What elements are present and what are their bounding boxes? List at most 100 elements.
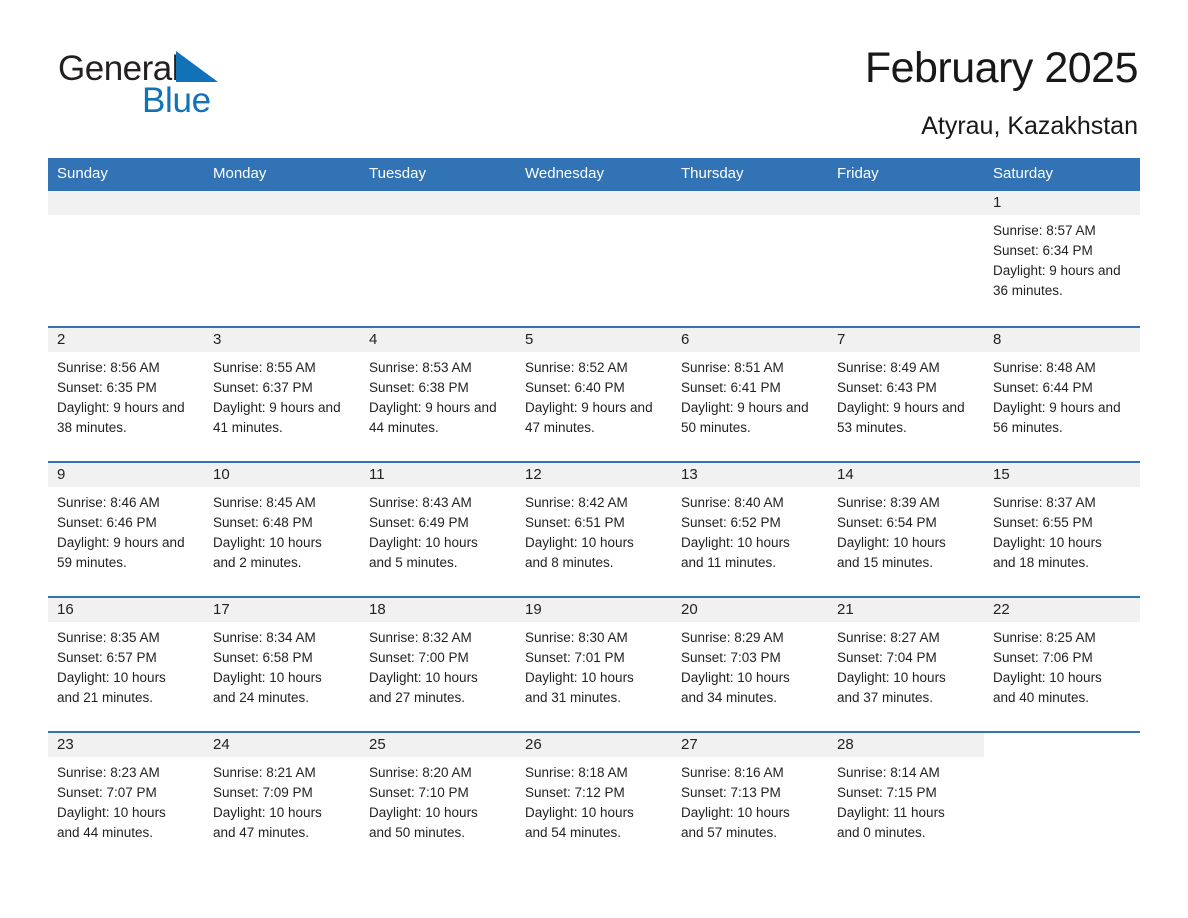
calendar-day-cell[interactable]: 5 Sunrise: 8:52 AM Sunset: 6:40 PM Daylight… (516, 326, 672, 462)
day-details: Sunrise: 8:34 AM Sunset: 6:58 PM Daylight:… (204, 622, 360, 708)
calendar-day-cell[interactable]: 1 Sunrise: 8:57 AM Sunset: 6:34 PM Daylight… (984, 189, 1140, 327)
calendar-day-cell[interactable]: 17 Sunrise: 8:34 AM Sunset: 6:58 PM Dayligh… (204, 596, 360, 732)
calendar-day-cell[interactable]: 27 Sunrise: 8:16 AM Sunset: 7:13 PM Dayligh… (672, 731, 828, 866)
day-details: Sunrise: 8:16 AM Sunset: 7:13 PM Daylight:… (672, 757, 828, 843)
day-details: Sunrise: 8:55 AM Sunset: 6:37 PM Daylight:… (204, 352, 360, 438)
day-details: Sunrise: 8:20 AM Sunset: 7:10 PM Daylight:… (360, 757, 516, 843)
day-details: Sunrise: 8:14 AM Sunset: 7:15 PM Daylight:… (828, 757, 984, 843)
daylight-text: Daylight: 10 hours and 2 minutes. (213, 535, 322, 570)
calendar-day-cell[interactable]: 9 Sunrise: 8:46 AM Sunset: 6:46 PM Daylight… (48, 461, 204, 597)
day-cell-inner (672, 191, 828, 326)
calendar-day-cell[interactable]: 11 Sunrise: 8:43 AM Sunset: 6:49 PM Dayligh… (360, 461, 516, 597)
calendar-day-cell[interactable]: 16 Sunrise: 8:35 AM Sunset: 6:57 PM Dayligh… (48, 596, 204, 732)
page-subtitle-location: Atyrau, Kazakhstan (921, 112, 1138, 140)
sunset-text: Sunset: 6:41 PM (681, 380, 781, 395)
daylight-text: Daylight: 10 hours and 18 minutes. (993, 535, 1102, 570)
sunset-text: Sunset: 6:52 PM (681, 515, 781, 530)
calendar-body: 1 Sunrise: 8:57 AM Sunset: 6:34 PM Daylight… (48, 189, 1140, 866)
calendar-day-cell[interactable]: 20 Sunrise: 8:29 AM Sunset: 7:03 PM Dayligh… (672, 596, 828, 732)
calendar-day-cell (204, 189, 360, 327)
daylight-text: Daylight: 10 hours and 40 minutes. (993, 670, 1102, 705)
calendar-day-cell[interactable]: 10 Sunrise: 8:45 AM Sunset: 6:48 PM Dayligh… (204, 461, 360, 597)
day-details: Sunrise: 8:18 AM Sunset: 7:12 PM Daylight:… (516, 757, 672, 843)
calendar-day-cell[interactable]: 6 Sunrise: 8:51 AM Sunset: 6:41 PM Daylight… (672, 326, 828, 462)
calendar-day-cell[interactable]: 19 Sunrise: 8:30 AM Sunset: 7:01 PM Dayligh… (516, 596, 672, 732)
calendar-day-cell[interactable]: 15 Sunrise: 8:37 AM Sunset: 6:55 PM Dayligh… (984, 461, 1140, 597)
calendar-day-cell[interactable]: 4 Sunrise: 8:53 AM Sunset: 6:38 PM Daylight… (360, 326, 516, 462)
day-details: Sunrise: 8:25 AM Sunset: 7:06 PM Daylight:… (984, 622, 1140, 708)
daylight-text: Daylight: 10 hours and 44 minutes. (57, 805, 166, 840)
calendar-day-cell[interactable]: 25 Sunrise: 8:20 AM Sunset: 7:10 PM Dayligh… (360, 731, 516, 866)
daylight-text: Daylight: 10 hours and 47 minutes. (213, 805, 322, 840)
calendar-table: Sunday Monday Tuesday Wednesday Thursday… (48, 158, 1140, 866)
day-cell-inner: 7 Sunrise: 8:49 AM Sunset: 6:43 PM Daylight… (828, 328, 984, 461)
calendar-week-row: 2 Sunrise: 8:56 AM Sunset: 6:35 PM Daylight… (48, 326, 1140, 462)
daylight-text: Daylight: 10 hours and 54 minutes. (525, 805, 634, 840)
daylight-text: Daylight: 9 hours and 53 minutes. (837, 400, 965, 435)
sunrise-text: Sunrise: 8:57 AM (993, 223, 1096, 238)
day-number: 9 (48, 463, 204, 487)
day-cell-inner: 8 Sunrise: 8:48 AM Sunset: 6:44 PM Daylight… (984, 328, 1140, 461)
logo-blue-text: Blue (142, 81, 211, 120)
calendar-day-cell[interactable]: 7 Sunrise: 8:49 AM Sunset: 6:43 PM Daylight… (828, 326, 984, 462)
day-cell-inner: 25 Sunrise: 8:20 AM Sunset: 7:10 PM Dayligh… (360, 733, 516, 866)
day-number (360, 191, 516, 215)
sunset-text: Sunset: 7:04 PM (837, 650, 937, 665)
calendar-day-cell[interactable]: 23 Sunrise: 8:23 AM Sunset: 7:07 PM Dayligh… (48, 731, 204, 866)
calendar-day-cell[interactable]: 14 Sunrise: 8:39 AM Sunset: 6:54 PM Dayligh… (828, 461, 984, 597)
daylight-text: Daylight: 9 hours and 41 minutes. (213, 400, 341, 435)
day-number (204, 191, 360, 215)
daylight-text: Daylight: 10 hours and 37 minutes. (837, 670, 946, 705)
calendar-week-row: 1 Sunrise: 8:57 AM Sunset: 6:34 PM Daylight… (48, 189, 1140, 327)
calendar-day-cell[interactable]: 12 Sunrise: 8:42 AM Sunset: 6:51 PM Dayligh… (516, 461, 672, 597)
day-number: 10 (204, 463, 360, 487)
weekday-header-sunday: Sunday (48, 158, 204, 190)
sunset-text: Sunset: 6:38 PM (369, 380, 469, 395)
calendar-day-cell[interactable]: 26 Sunrise: 8:18 AM Sunset: 7:12 PM Dayligh… (516, 731, 672, 866)
sunset-text: Sunset: 6:55 PM (993, 515, 1093, 530)
day-details: Sunrise: 8:52 AM Sunset: 6:40 PM Daylight:… (516, 352, 672, 438)
calendar-day-cell[interactable]: 24 Sunrise: 8:21 AM Sunset: 7:09 PM Dayligh… (204, 731, 360, 866)
day-number: 23 (48, 733, 204, 757)
sunset-text: Sunset: 7:00 PM (369, 650, 469, 665)
sunrise-text: Sunrise: 8:48 AM (993, 360, 1096, 375)
sunset-text: Sunset: 6:51 PM (525, 515, 625, 530)
sunset-text: Sunset: 7:03 PM (681, 650, 781, 665)
day-cell-inner: 19 Sunrise: 8:30 AM Sunset: 7:01 PM Dayligh… (516, 598, 672, 731)
day-cell-inner (48, 191, 204, 326)
sunrise-text: Sunrise: 8:21 AM (213, 765, 316, 780)
daylight-text: Daylight: 10 hours and 5 minutes. (369, 535, 478, 570)
day-number (48, 191, 204, 215)
day-number: 24 (204, 733, 360, 757)
daylight-text: Daylight: 10 hours and 34 minutes. (681, 670, 790, 705)
daylight-text: Daylight: 10 hours and 21 minutes. (57, 670, 166, 705)
calendar-day-cell[interactable]: 13 Sunrise: 8:40 AM Sunset: 6:52 PM Dayligh… (672, 461, 828, 597)
daylight-text: Daylight: 10 hours and 27 minutes. (369, 670, 478, 705)
calendar-day-cell[interactable]: 8 Sunrise: 8:48 AM Sunset: 6:44 PM Daylight… (984, 326, 1140, 462)
calendar-day-cell[interactable]: 21 Sunrise: 8:27 AM Sunset: 7:04 PM Dayligh… (828, 596, 984, 732)
calendar-page: General Blue February 2025 Atyrau, Kazak… (0, 0, 1188, 918)
sunset-text: Sunset: 6:57 PM (57, 650, 157, 665)
day-details: Sunrise: 8:48 AM Sunset: 6:44 PM Daylight:… (984, 352, 1140, 438)
day-details: Sunrise: 8:46 AM Sunset: 6:46 PM Daylight:… (48, 487, 204, 573)
sunrise-text: Sunrise: 8:53 AM (369, 360, 472, 375)
sunset-text: Sunset: 7:10 PM (369, 785, 469, 800)
calendar-day-cell (48, 189, 204, 327)
day-details: Sunrise: 8:51 AM Sunset: 6:41 PM Daylight:… (672, 352, 828, 438)
day-details: Sunrise: 8:37 AM Sunset: 6:55 PM Daylight:… (984, 487, 1140, 573)
day-cell-inner (360, 191, 516, 326)
day-details: Sunrise: 8:43 AM Sunset: 6:49 PM Daylight:… (360, 487, 516, 573)
sunset-text: Sunset: 6:34 PM (993, 243, 1093, 258)
calendar-day-cell[interactable]: 2 Sunrise: 8:56 AM Sunset: 6:35 PM Daylight… (48, 326, 204, 462)
sunset-text: Sunset: 7:13 PM (681, 785, 781, 800)
weekday-header-saturday: Saturday (984, 158, 1140, 190)
calendar-day-cell[interactable]: 28 Sunrise: 8:14 AM Sunset: 7:15 PM Dayligh… (828, 731, 984, 866)
day-cell-inner: 10 Sunrise: 8:45 AM Sunset: 6:48 PM Dayligh… (204, 463, 360, 596)
day-number: 21 (828, 598, 984, 622)
calendar-day-cell[interactable]: 22 Sunrise: 8:25 AM Sunset: 7:06 PM Dayligh… (984, 596, 1140, 732)
calendar-day-cell[interactable]: 18 Sunrise: 8:32 AM Sunset: 7:00 PM Dayligh… (360, 596, 516, 732)
day-cell-inner (516, 191, 672, 326)
day-cell-inner: 24 Sunrise: 8:21 AM Sunset: 7:09 PM Dayligh… (204, 733, 360, 866)
calendar-day-cell[interactable]: 3 Sunrise: 8:55 AM Sunset: 6:37 PM Daylight… (204, 326, 360, 462)
sunset-text: Sunset: 6:54 PM (837, 515, 937, 530)
